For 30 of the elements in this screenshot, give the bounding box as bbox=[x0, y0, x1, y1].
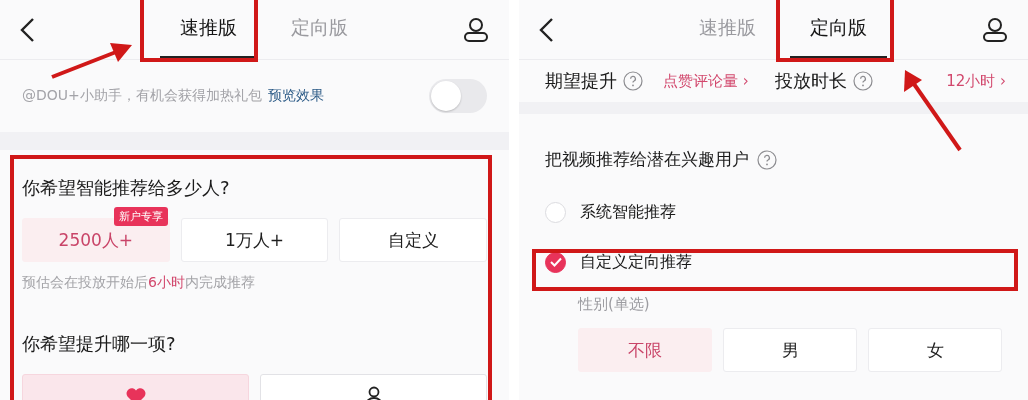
check-icon bbox=[549, 257, 562, 267]
setting-label: 投放时长 bbox=[774, 69, 847, 93]
new-user-badge: 新户专享 bbox=[113, 207, 168, 226]
help-icon[interactable] bbox=[623, 71, 643, 91]
back-icon[interactable] bbox=[20, 16, 36, 43]
setting-value[interactable]: 点赞评论量 › bbox=[663, 71, 749, 91]
radio-button[interactable] bbox=[545, 251, 566, 273]
help-icon[interactable] bbox=[757, 149, 777, 170]
gender-option[interactable]: 男 bbox=[723, 328, 857, 372]
audience-option[interactable]: 自定义 bbox=[339, 218, 487, 262]
preview-link[interactable]: 预览效果 bbox=[267, 87, 324, 105]
back-icon[interactable] bbox=[539, 16, 555, 43]
heart-icon bbox=[124, 386, 147, 400]
hint-text: 预估会在投放开始后6小时内完成推荐 bbox=[22, 274, 256, 292]
question-text: 你希望提升哪一项? bbox=[22, 332, 177, 356]
section-title: 把视频推荐给潜在兴趣用户 bbox=[545, 148, 749, 171]
help-icon[interactable] bbox=[852, 71, 873, 91]
setting-value[interactable]: 12小时 › bbox=[946, 71, 1006, 91]
gender-option[interactable]: 女 bbox=[868, 328, 1002, 372]
gender-label: 性别(单选) bbox=[578, 295, 651, 314]
radio-label: 系统智能推荐 bbox=[580, 201, 676, 223]
radio-label: 自定义定向推荐 bbox=[580, 251, 692, 273]
toggle-switch[interactable] bbox=[429, 79, 487, 113]
notice-text: @DOU+小助手，有机会获得加热礼包 bbox=[22, 87, 262, 105]
user-icon[interactable] bbox=[463, 16, 489, 43]
audience-option[interactable]: 1万人+ bbox=[180, 218, 329, 262]
gender-option[interactable]: 不限 bbox=[578, 328, 712, 372]
question-text: 你希望智能推荐给多少人? bbox=[22, 176, 231, 200]
setting-label: 期望提升 bbox=[545, 69, 617, 93]
user-icon[interactable] bbox=[982, 16, 1008, 43]
